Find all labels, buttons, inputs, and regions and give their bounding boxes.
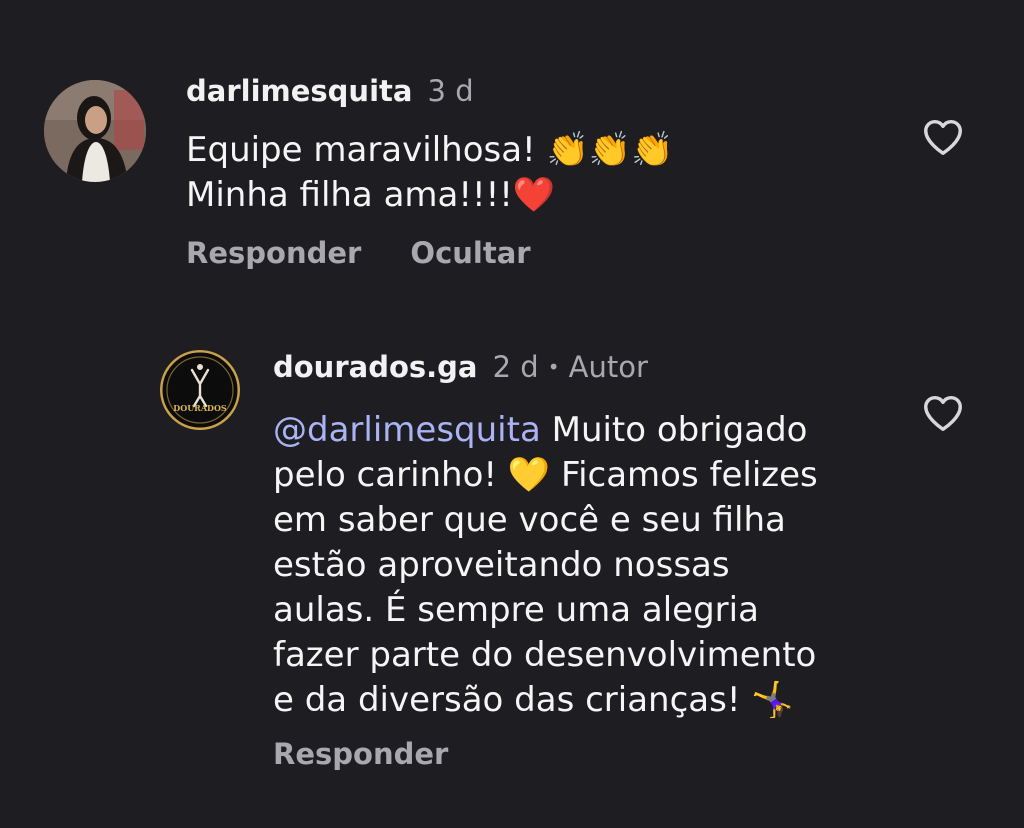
comment-header: darlimesquita 3 d (186, 74, 474, 108)
comment-dourados: DOURADOS dourados.ga 2 d • Autor @darlim… (0, 330, 1024, 810)
comment-actions: Responder Ocultar (186, 236, 531, 270)
avatar[interactable] (44, 80, 146, 182)
comment-line: pelo carinho! 💛 Ficamos felizes (273, 455, 818, 495)
reply-button[interactable]: Responder (273, 737, 448, 771)
comment-text: Equipe maravilhosa! 👏👏👏 Minha filha ama!… (186, 128, 674, 218)
username[interactable]: dourados.ga (273, 350, 478, 384)
comment-darlimesquita: darlimesquita 3 d Equipe maravilhosa! 👏👏… (0, 0, 1024, 300)
comment-actions: Responder (273, 737, 448, 771)
heart-icon (924, 119, 962, 156)
comment-line: e da diversão das crianças! 🤸‍♀️ (273, 680, 794, 720)
hide-button[interactable]: Ocultar (410, 236, 530, 270)
comment-line: aulas. É sempre uma alegria (273, 590, 759, 630)
profile-photo (44, 80, 146, 182)
comment-text: @darlimesquita Muito obrigado pelo carin… (273, 408, 818, 723)
timestamp: 2 d (492, 350, 539, 384)
heart-icon (924, 395, 962, 432)
comment-line: em saber que você e seu filha (273, 500, 786, 540)
brand-logo: DOURADOS (160, 350, 240, 430)
comment-line: Equipe maravilhosa! 👏👏👏 (186, 130, 674, 170)
username[interactable]: darlimesquita (186, 74, 412, 108)
comment-line-text: Muito obrigado (540, 410, 808, 450)
avatar[interactable]: DOURADOS (160, 350, 240, 430)
logo-text: DOURADOS (173, 403, 227, 413)
comment-header: dourados.ga 2 d • Autor (273, 350, 648, 384)
timestamp: 3 d (427, 74, 474, 108)
like-button[interactable] (920, 114, 966, 160)
reply-button[interactable]: Responder (186, 236, 361, 270)
comment-line: @darlimesquita Muito obrigado (273, 408, 818, 453)
comment-line: estão aproveitando nossas (273, 545, 730, 585)
like-button[interactable] (920, 390, 966, 436)
author-badge: Autor (568, 350, 648, 384)
comment-line: Minha filha ama!!!!❤️ (186, 175, 556, 215)
comment-line: fazer parte do desenvolvimento (273, 635, 817, 675)
mention-link[interactable]: @darlimesquita (273, 410, 541, 450)
separator-dot: • (547, 355, 560, 379)
